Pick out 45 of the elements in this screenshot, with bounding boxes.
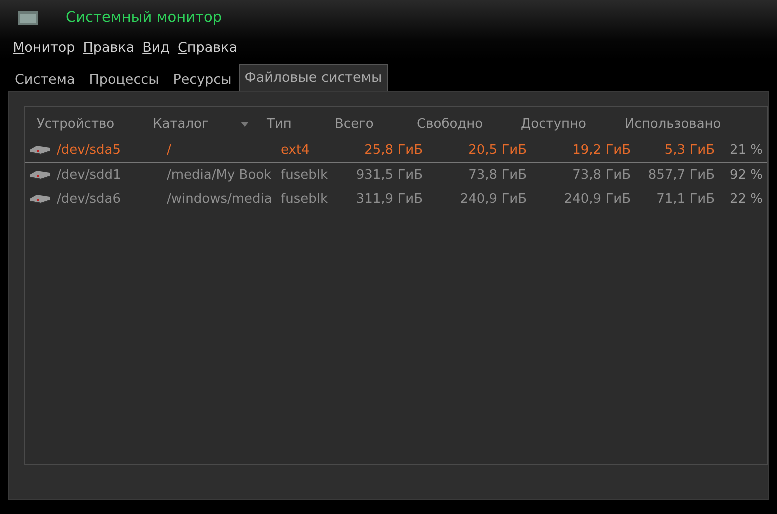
table-cell-text: 73,8 ГиБ bbox=[468, 168, 528, 182]
table-cell-text: /windows/media bbox=[166, 192, 274, 206]
column-header[interactable]: Устройство bbox=[27, 116, 143, 132]
table-cell-text: 857,7 ГиБ bbox=[647, 168, 716, 182]
menu-item[interactable]: Вид bbox=[140, 38, 173, 58]
menu-item[interactable]: Монитор bbox=[10, 38, 78, 58]
table-cell-text: 73,8 ГиБ bbox=[572, 168, 632, 182]
window-title: Системный монитор bbox=[66, 10, 222, 26]
table-cell-text: 931,5 ГиБ bbox=[355, 168, 424, 182]
column-header[interactable]: Каталог bbox=[143, 116, 257, 132]
table-cell-text: 92 % bbox=[728, 168, 764, 182]
table-cell-text: /dev/sda5 bbox=[56, 142, 122, 158]
column-header[interactable]: Всего bbox=[325, 116, 407, 132]
table-cell-text: fuseblk bbox=[280, 168, 329, 182]
tab[interactable]: Система bbox=[8, 69, 82, 91]
column-header[interactable]: Доступно bbox=[511, 116, 615, 132]
table-cell-text: 21 % bbox=[728, 142, 764, 158]
tab[interactable]: Файловые системы bbox=[238, 64, 388, 91]
table-cell-text: /dev/sda6 bbox=[56, 192, 122, 206]
table-cell-text: 240,9 ГиБ bbox=[563, 192, 632, 206]
table-cell-text: /dev/sdd1 bbox=[56, 168, 122, 182]
table-cell-text: / bbox=[166, 142, 172, 158]
table-cell-text: 19,2 ГиБ bbox=[572, 142, 632, 158]
tab[interactable]: Процессы bbox=[82, 69, 166, 91]
tab[interactable]: Ресурсы bbox=[166, 69, 239, 91]
menu-item[interactable]: Справка bbox=[174, 38, 240, 58]
table-cell-text: 22 % bbox=[728, 192, 764, 206]
column-header[interactable]: Тип bbox=[257, 116, 325, 132]
monitor-icon bbox=[18, 10, 38, 24]
drive-icon bbox=[29, 145, 51, 155]
table-cell-text: ext4 bbox=[280, 142, 311, 158]
table-cell-text: 240,9 ГиБ bbox=[459, 192, 528, 206]
table-cell-text: 25,8 ГиБ bbox=[364, 142, 424, 158]
table-cell-text: 5,3 ГиБ bbox=[664, 142, 716, 158]
drive-icon bbox=[29, 194, 51, 204]
column-header[interactable]: Использовано bbox=[615, 116, 739, 132]
table-cell-text: 311,9 ГиБ bbox=[355, 192, 424, 206]
table-cell-text: 20,5 ГиБ bbox=[468, 142, 528, 158]
table-cell-text: /media/My Book bbox=[166, 168, 273, 182]
drive-icon bbox=[29, 170, 51, 180]
sort-arrow-icon bbox=[241, 122, 249, 126]
menu-item[interactable]: Правка bbox=[80, 38, 138, 58]
table-cell-text: 71,1 ГиБ bbox=[656, 192, 716, 206]
table-cell-text: fuseblk bbox=[280, 192, 329, 206]
column-header[interactable]: Свободно bbox=[407, 116, 511, 132]
